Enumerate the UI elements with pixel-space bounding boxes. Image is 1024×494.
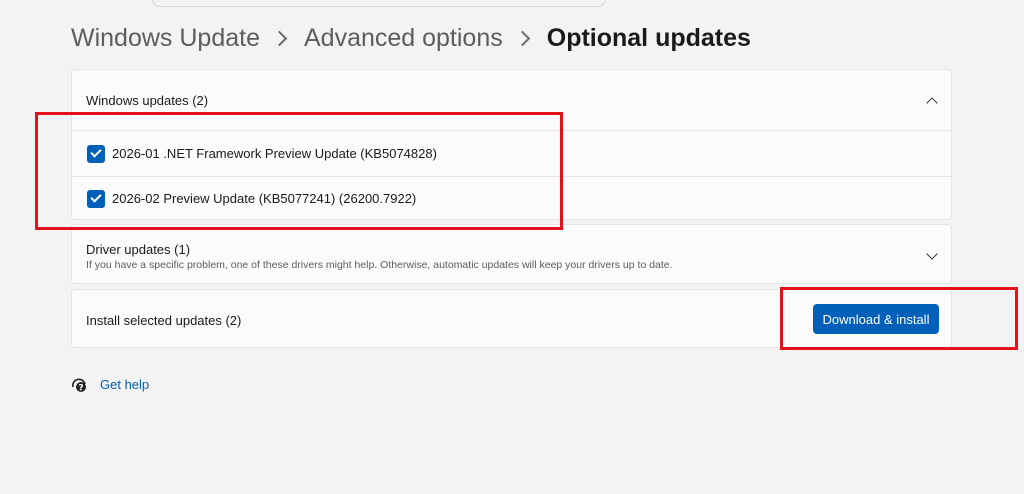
- annotation-box-button: [780, 287, 1018, 350]
- chevron-right-icon: [271, 30, 288, 46]
- breadcrumb: Windows Update Advanced options Optional…: [71, 20, 751, 56]
- get-help-link[interactable]: Get help: [100, 377, 149, 392]
- driver-updates-title: Driver updates (1): [86, 242, 191, 257]
- chevron-up-icon[interactable]: [926, 97, 938, 109]
- driver-updates-section[interactable]: Driver updates (1) If you have a specifi…: [71, 224, 952, 284]
- svg-text:?: ?: [78, 384, 83, 394]
- driver-updates-description: If you have a specific problem, one of t…: [86, 259, 673, 271]
- install-selected-label: Install selected updates (2): [86, 313, 242, 328]
- page-title: Optional updates: [546, 23, 751, 52]
- breadcrumb-advanced-options[interactable]: Advanced options: [304, 24, 503, 53]
- windows-updates-title: Windows updates (2): [86, 92, 209, 108]
- help-icon: ?: [72, 378, 86, 394]
- search-box-edge: [152, 0, 606, 7]
- annotation-box-updates: [35, 112, 563, 230]
- get-help[interactable]: ? Get help: [71, 376, 149, 393]
- breadcrumb-windows-update[interactable]: Windows Update: [71, 24, 260, 53]
- chevron-right-icon: [514, 30, 531, 46]
- chevron-down-icon[interactable]: [926, 248, 938, 260]
